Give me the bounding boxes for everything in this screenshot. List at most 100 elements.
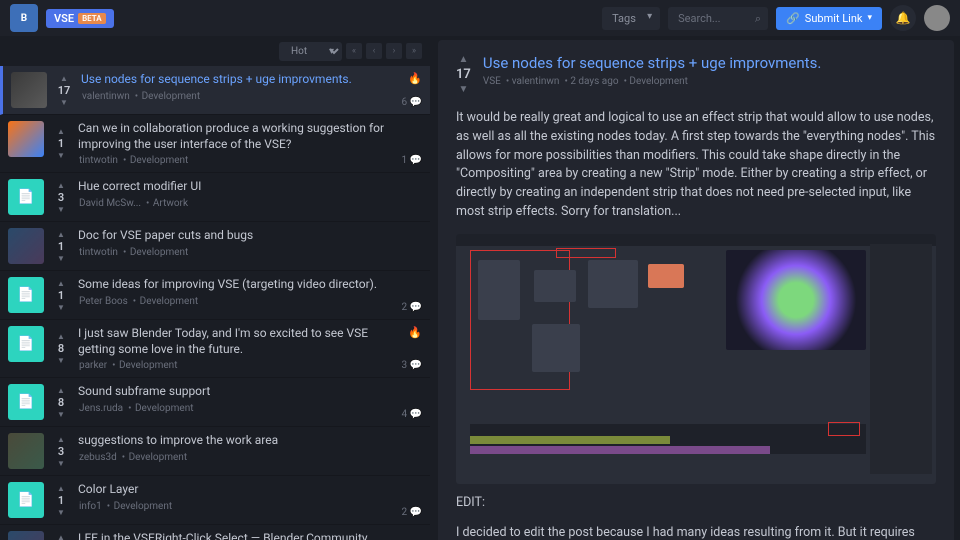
paragraph: I decided to edit the post because I had… [456, 524, 936, 540]
vote-count: 3 [58, 445, 64, 458]
beta-badge: BETA [78, 13, 106, 24]
section-badge[interactable]: VSE BETA [46, 9, 114, 28]
embedded-screenshot[interactable] [456, 234, 936, 484]
post-title: Color Layer [78, 482, 393, 498]
downvote-button[interactable]: ▼ [458, 84, 468, 95]
detail-vote-box: ▲ 17 ▼ [456, 54, 471, 95]
post-title: Can we in collaboration produce a workin… [78, 121, 393, 152]
pager-last[interactable]: » [406, 43, 422, 59]
detail-meta: VSE valentinwn 2 days ago Development [483, 76, 821, 87]
upvote-button[interactable]: ▲ [57, 279, 65, 288]
paragraph: It would be really great and logical to … [456, 109, 936, 222]
upvote-button[interactable]: ▲ [57, 332, 65, 341]
vote-box: ▲ 8 ▼ [52, 326, 70, 371]
chevron-down-icon: ▾ [867, 13, 872, 23]
post-title: Sound subframe support [78, 384, 393, 400]
search-icon: ⌕ [755, 12, 761, 26]
upvote-button[interactable]: ▲ [57, 386, 65, 395]
post-title: Hue correct modifier UI [78, 179, 414, 195]
comment-count: 4 💬 [401, 409, 422, 420]
post-thumbnail [11, 72, 47, 108]
downvote-button[interactable]: ▼ [57, 303, 65, 312]
post-list: ▲ 17 ▼ Use nodes for sequence strips + u… [0, 66, 430, 540]
fire-icon: 🔥 [408, 72, 422, 85]
search-input[interactable] [668, 7, 768, 30]
detail-body: It would be really great and logical to … [456, 109, 936, 540]
downvote-button[interactable]: ▼ [57, 205, 65, 214]
vote-count: 1 [58, 494, 64, 507]
section-name: VSE [54, 12, 74, 25]
vote-count: 17 [456, 67, 471, 82]
vote-box: ▲ 17 ▼ [55, 72, 73, 108]
post-thumbnail [8, 228, 44, 264]
post-thumbnail [8, 121, 44, 157]
vote-box: ▲ 3 ▼ [52, 179, 70, 215]
user-avatar[interactable] [924, 5, 950, 31]
downvote-button[interactable]: ▼ [57, 410, 65, 419]
link-icon: 🔗 [786, 12, 800, 25]
upvote-button[interactable]: ▲ [57, 484, 65, 493]
vote-box: ▲ 1 ▼ [52, 482, 70, 518]
upvote-button[interactable]: ▲ [57, 533, 65, 540]
post-title: Doc for VSE paper cuts and bugs [78, 228, 414, 244]
post-item[interactable]: ▲ 1 ▼ Can we in collaboration produce a … [0, 115, 430, 173]
post-item[interactable]: 📄 ▲ 8 ▼ I just saw Blender Today, and I'… [0, 320, 430, 378]
tags-select[interactable]: Tags [602, 7, 660, 30]
downvote-button[interactable]: ▼ [57, 459, 65, 468]
post-meta: Jens.rudaDevelopment [78, 403, 393, 414]
detail-title: Use nodes for sequence strips + uge impr… [483, 54, 821, 72]
vote-count: 1 [58, 289, 64, 302]
pager-first[interactable]: « [346, 43, 362, 59]
vote-count: 8 [58, 342, 64, 355]
post-item[interactable]: ▲ 1 ▼ Doc for VSE paper cuts and bugs ti… [0, 222, 430, 271]
post-meta: tintwotinDevelopment [78, 155, 393, 166]
post-thumbnail: 📄 [8, 384, 44, 420]
post-item[interactable]: 📄 ▲ 8 ▼ Sound subframe support Jens.ruda… [0, 378, 430, 427]
comment-count: 6 💬 [401, 97, 422, 108]
downvote-button[interactable]: ▼ [57, 151, 65, 160]
upvote-button[interactable]: ▲ [57, 230, 65, 239]
post-thumbnail [8, 531, 44, 540]
vote-box: ▲ 3 ▼ [52, 433, 70, 469]
upvote-button[interactable]: ▲ [60, 74, 68, 83]
downvote-button[interactable]: ▼ [57, 508, 65, 517]
vote-box: ▲ 4 ▼ [52, 531, 70, 540]
upvote-button[interactable]: ▲ [57, 127, 65, 136]
upvote-button[interactable]: ▲ [458, 54, 468, 65]
vote-count: 1 [58, 137, 64, 150]
post-thumbnail: 📄 [8, 179, 44, 215]
submit-link-button[interactable]: 🔗 Submit Link ▾ [776, 7, 882, 30]
pager-prev[interactable]: ‹ [366, 43, 382, 59]
vote-count: 17 [58, 84, 71, 97]
post-item[interactable]: ▲ 17 ▼ Use nodes for sequence strips + u… [0, 66, 430, 115]
post-item[interactable]: ▲ 4 ▼ LFE in the VSERight-Click Select —… [0, 525, 430, 540]
notifications-button[interactable]: 🔔 [890, 5, 916, 31]
upvote-button[interactable]: ▲ [57, 435, 65, 444]
bell-icon: 🔔 [896, 11, 911, 25]
post-item[interactable]: 📄 ▲ 3 ▼ Hue correct modifier UI David Mc… [0, 173, 430, 222]
vote-box: ▲ 1 ▼ [52, 228, 70, 264]
post-meta: tintwotinDevelopment [78, 247, 414, 258]
sort-select[interactable]: Hot [279, 42, 342, 61]
comment-count: 2 💬 [401, 507, 422, 518]
pager-next[interactable]: › [386, 43, 402, 59]
downvote-button[interactable]: ▼ [60, 98, 68, 107]
post-thumbnail: 📄 [8, 326, 44, 362]
site-logo[interactable]: B [10, 4, 38, 32]
downvote-button[interactable]: ▼ [57, 356, 65, 365]
vote-box: ▲ 1 ▼ [52, 121, 70, 166]
downvote-button[interactable]: ▼ [57, 254, 65, 263]
comment-count: 1 💬 [401, 155, 422, 166]
post-meta: Peter BoosDevelopment [78, 296, 393, 307]
post-item[interactable]: 📄 ▲ 1 ▼ Some ideas for improving VSE (ta… [0, 271, 430, 320]
post-item[interactable]: ▲ 3 ▼ suggestions to improve the work ar… [0, 427, 430, 476]
vote-box: ▲ 1 ▼ [52, 277, 70, 313]
post-item[interactable]: 📄 ▲ 1 ▼ Color Layer info1Development 2 💬 [0, 476, 430, 525]
upvote-button[interactable]: ▲ [57, 181, 65, 190]
post-title: LFE in the VSERight-Click Select — Blend… [78, 531, 393, 540]
post-thumbnail: 📄 [8, 277, 44, 313]
post-meta: David McSw...Artwork [78, 198, 414, 209]
post-meta: zebus3dDevelopment [78, 452, 414, 463]
comment-count: 2 💬 [401, 302, 422, 313]
topbar: B VSE BETA Tags ⌕ 🔗 Submit Link ▾ 🔔 [0, 0, 960, 36]
